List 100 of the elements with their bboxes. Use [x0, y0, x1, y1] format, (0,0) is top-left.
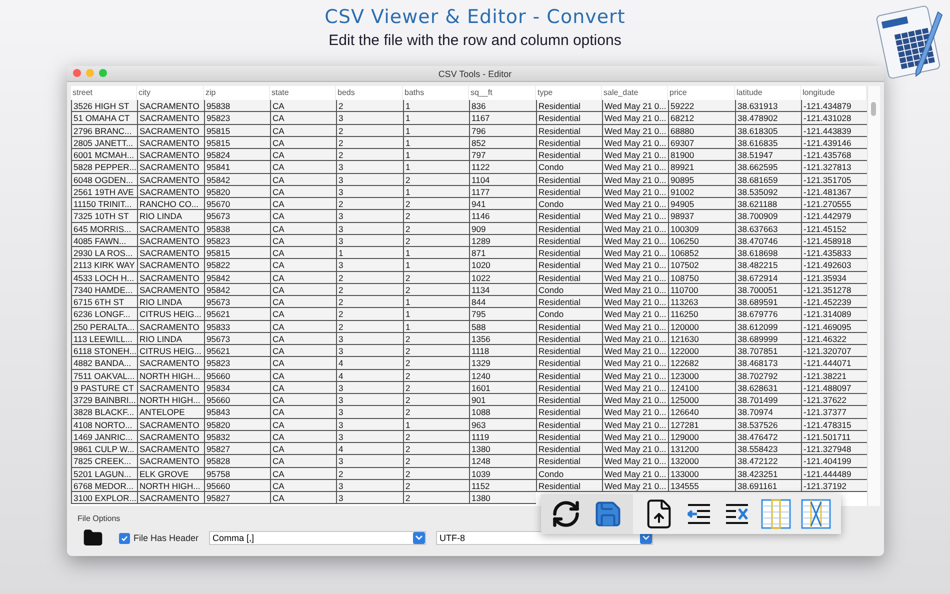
table-cell[interactable]: 95824 — [204, 149, 270, 162]
table-cell[interactable]: CA — [270, 174, 336, 186]
table-cell[interactable]: CA — [270, 112, 336, 124]
table-cell[interactable]: 68212 — [668, 112, 734, 124]
table-cell[interactable]: -121.458918 — [800, 234, 866, 247]
table-cell[interactable]: 38.672914 — [734, 272, 800, 284]
table-cell[interactable]: 2 — [402, 357, 468, 370]
table-cell[interactable]: 3 — [336, 174, 402, 186]
column-header[interactable]: state — [270, 86, 336, 100]
table-cell[interactable]: 6001 MCMAH... — [70, 149, 136, 162]
table-cell[interactable]: Residential — [536, 320, 602, 333]
table-cell[interactable]: -121.434879 — [800, 100, 866, 112]
table-cell[interactable]: Residential — [536, 210, 602, 222]
table-cell[interactable]: 123000 — [668, 370, 734, 382]
table-cell[interactable]: 38.637663 — [734, 222, 800, 235]
table-cell[interactable]: -121.46322 — [800, 332, 866, 345]
table-cell[interactable]: -121.35934 — [800, 272, 866, 284]
table-cell[interactable]: 5828 PEPPER... — [70, 161, 136, 174]
table-cell[interactable]: SACRAMENTO — [136, 149, 204, 162]
table-cell[interactable]: CA — [270, 455, 336, 468]
table-cell[interactable]: Wed May 21 0... — [602, 222, 668, 235]
table-cell[interactable]: 3 — [336, 234, 402, 247]
column-header[interactable]: baths — [402, 86, 468, 100]
table-cell[interactable]: Residential — [536, 345, 602, 358]
table-cell[interactable]: -121.351705 — [800, 174, 866, 186]
table-cell[interactable]: 1289 — [468, 234, 536, 247]
header-checkbox[interactable]: File Has Header — [118, 532, 199, 544]
table-cell[interactable]: 963 — [468, 418, 536, 431]
table-cell[interactable]: CA — [270, 272, 336, 284]
table-cell[interactable]: Residential — [536, 149, 602, 162]
table-cell[interactable]: 2 — [402, 382, 468, 394]
table-cell[interactable]: 2 — [336, 149, 402, 162]
table-cell[interactable]: -121.320707 — [800, 345, 866, 358]
table-cell[interactable]: ELK GROVE — [136, 468, 204, 480]
table-cell[interactable]: 3 — [336, 406, 402, 418]
table-cell[interactable]: 38.700909 — [734, 210, 800, 222]
table-cell[interactable]: 127281 — [668, 418, 734, 431]
table-cell[interactable]: 1 — [402, 186, 468, 198]
table-cell[interactable]: SACRAMENTO — [136, 186, 204, 198]
table-cell[interactable]: 2 — [402, 406, 468, 418]
table-cell[interactable]: 795 — [468, 308, 536, 320]
table-cell[interactable]: CITRUS HEIG... — [136, 308, 204, 320]
table-cell[interactable]: 4085 FAWN... — [70, 234, 136, 247]
table-cell[interactable]: 91002 — [668, 186, 734, 198]
table-cell[interactable]: Wed May 21 0... — [602, 149, 668, 162]
table-cell[interactable]: 95823 — [204, 112, 270, 124]
table-cell[interactable]: 113 LEEWILL... — [70, 332, 136, 345]
table-cell[interactable]: 1240 — [468, 370, 536, 382]
column-highlight-icon[interactable] — [760, 499, 790, 529]
table-cell[interactable]: 38.631913 — [734, 100, 800, 112]
table-cell[interactable]: -121.469095 — [800, 320, 866, 333]
table-cell[interactable]: -121.327948 — [800, 443, 866, 456]
table-cell[interactable]: SACRAMENTO — [136, 247, 204, 260]
table-cell[interactable]: SACRAMENTO — [136, 100, 204, 112]
table-cell[interactable]: CA — [270, 370, 336, 382]
table-cell[interactable]: Wed May 21 0... — [602, 296, 668, 308]
table-cell[interactable]: 94905 — [668, 198, 734, 210]
table-cell[interactable]: -121.37192 — [800, 480, 866, 492]
table-cell[interactable]: 1 — [402, 308, 468, 320]
table-cell[interactable]: Residential — [536, 100, 602, 112]
table-cell[interactable]: 95820 — [204, 418, 270, 431]
table-cell[interactable]: -121.443839 — [800, 124, 866, 137]
table-cell[interactable]: 95842 — [204, 272, 270, 284]
table-cell[interactable]: -121.270555 — [800, 198, 866, 210]
table-cell[interactable]: 2 — [402, 370, 468, 382]
table-cell[interactable]: 95758 — [204, 468, 270, 480]
table-cell[interactable]: 38.616835 — [734, 136, 800, 149]
table-cell[interactable]: Condo — [536, 308, 602, 320]
table-cell[interactable]: 797 — [468, 149, 536, 162]
table-cell[interactable]: 901 — [468, 394, 536, 406]
table-cell[interactable]: CA — [270, 320, 336, 333]
table-cell[interactable]: CA — [270, 186, 336, 198]
table-cell[interactable]: 1 — [402, 259, 468, 272]
table-cell[interactable]: Residential — [536, 443, 602, 456]
table-cell[interactable]: 95673 — [204, 210, 270, 222]
table-cell[interactable]: 38.621188 — [734, 198, 800, 210]
table-cell[interactable]: 3 — [336, 161, 402, 174]
table-cell[interactable]: Wed May 21 0... — [602, 406, 668, 418]
column-header[interactable]: sq__ft — [468, 86, 536, 100]
table-cell[interactable]: 1 — [402, 418, 468, 431]
table-cell[interactable]: -121.439146 — [800, 136, 866, 149]
table-cell[interactable]: 1146 — [468, 210, 536, 222]
table-cell[interactable]: 95815 — [204, 136, 270, 149]
table-cell[interactable]: 2796 BRANC... — [70, 124, 136, 137]
table-cell[interactable]: 95827 — [204, 492, 270, 504]
table-cell[interactable]: 95823 — [204, 234, 270, 247]
table-cell[interactable]: 2 — [402, 345, 468, 358]
table-cell[interactable]: SACRAMENTO — [136, 357, 204, 370]
table-cell[interactable]: RIO LINDA — [136, 296, 204, 308]
table-cell[interactable]: 95843 — [204, 406, 270, 418]
delimiter-dropdown[interactable]: Comma [,] — [208, 531, 426, 545]
table-cell[interactable]: Residential — [536, 332, 602, 345]
table-cell[interactable]: SACRAMENTO — [136, 234, 204, 247]
table-cell[interactable]: 2 — [402, 222, 468, 235]
table-cell[interactable]: SACRAMENTO — [136, 320, 204, 333]
table-cell[interactable]: 1118 — [468, 345, 536, 358]
table-cell[interactable]: Residential — [536, 234, 602, 247]
table-cell[interactable]: -121.481367 — [800, 186, 866, 198]
table-cell[interactable]: 95832 — [204, 430, 270, 443]
table-cell[interactable]: 95828 — [204, 455, 270, 468]
